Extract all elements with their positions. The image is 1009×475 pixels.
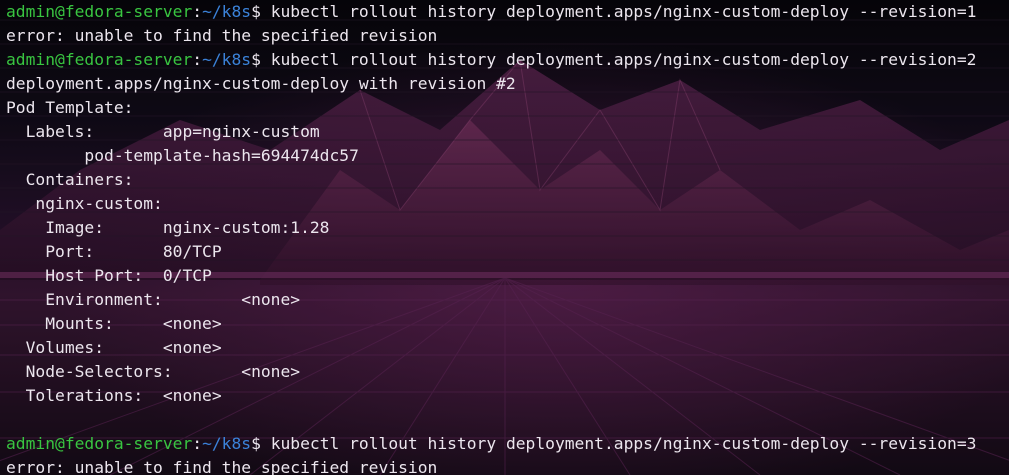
output-text: deployment.apps/nginx-custom-deploy with… xyxy=(6,74,516,93)
prompt-path: ~/k8s xyxy=(202,2,252,21)
prompt-separator: : xyxy=(192,2,203,21)
output-line: Labels: app=nginx-custom xyxy=(6,120,1009,144)
output-line: Volumes: <none> xyxy=(6,336,1009,360)
output-text: error: unable to find the specified revi… xyxy=(6,458,438,475)
output-text: Volumes: <none> xyxy=(6,338,222,357)
prompt-separator: : xyxy=(192,50,203,69)
output-text: Tolerations: <none> xyxy=(6,386,222,405)
command-line: admin@fedora-server:~/k8s$ kubectl rollo… xyxy=(6,432,1009,456)
prompt-user-host: admin@fedora-server xyxy=(6,2,193,21)
output-text: Containers: xyxy=(6,170,134,189)
output-line: deployment.apps/nginx-custom-deploy with… xyxy=(6,72,1009,96)
command-line: admin@fedora-server:~/k8s$ kubectl rollo… xyxy=(6,0,1009,24)
output-line: error: unable to find the specified revi… xyxy=(6,456,1009,475)
prompt-path: ~/k8s xyxy=(202,50,252,69)
output-line: Containers: xyxy=(6,168,1009,192)
output-line: error: unable to find the specified revi… xyxy=(6,24,1009,48)
command-text: kubectl rollout history deployment.apps/… xyxy=(270,50,977,69)
output-line: Port: 80/TCP xyxy=(6,240,1009,264)
command-line: admin@fedora-server:~/k8s$ kubectl rollo… xyxy=(6,48,1009,72)
prompt-symbol: $ xyxy=(251,2,271,21)
output-text: Image: nginx-custom:1.28 xyxy=(6,218,330,237)
output-text: Node-Selectors: <none> xyxy=(6,362,301,381)
prompt-user-host: admin@fedora-server xyxy=(6,434,193,453)
output-text: Pod Template: xyxy=(6,98,134,117)
output-line: Image: nginx-custom:1.28 xyxy=(6,216,1009,240)
output-line: Node-Selectors: <none> xyxy=(6,360,1009,384)
command-text: kubectl rollout history deployment.apps/… xyxy=(270,2,977,21)
terminal-output[interactable]: admin@fedora-server:~/k8s$ kubectl rollo… xyxy=(6,0,1009,475)
output-text: Host Port: 0/TCP xyxy=(6,266,212,285)
terminal-window[interactable]: admin@fedora-server:~/k8s$ kubectl rollo… xyxy=(0,0,1009,475)
output-line: nginx-custom: xyxy=(6,192,1009,216)
output-text: nginx-custom: xyxy=(6,194,163,213)
output-text: Environment: <none> xyxy=(6,290,301,309)
prompt-symbol: $ xyxy=(251,50,271,69)
output-line: Tolerations: <none> xyxy=(6,384,1009,408)
output-line: Mounts: <none> xyxy=(6,312,1009,336)
prompt-symbol: $ xyxy=(251,434,271,453)
command-text: kubectl rollout history deployment.apps/… xyxy=(270,434,977,453)
output-text: pod-template-hash=694474dc57 xyxy=(6,146,359,165)
output-text: Mounts: <none> xyxy=(6,314,222,333)
output-line: pod-template-hash=694474dc57 xyxy=(6,144,1009,168)
output-line: Pod Template: xyxy=(6,96,1009,120)
output-text: error: unable to find the specified revi… xyxy=(6,26,438,45)
output-text: Port: 80/TCP xyxy=(6,242,222,261)
output-line: Environment: <none> xyxy=(6,288,1009,312)
output-text: Labels: app=nginx-custom xyxy=(6,122,320,141)
output-line: Host Port: 0/TCP xyxy=(6,264,1009,288)
prompt-path: ~/k8s xyxy=(202,434,252,453)
prompt-user-host: admin@fedora-server xyxy=(6,50,193,69)
prompt-separator: : xyxy=(192,434,203,453)
